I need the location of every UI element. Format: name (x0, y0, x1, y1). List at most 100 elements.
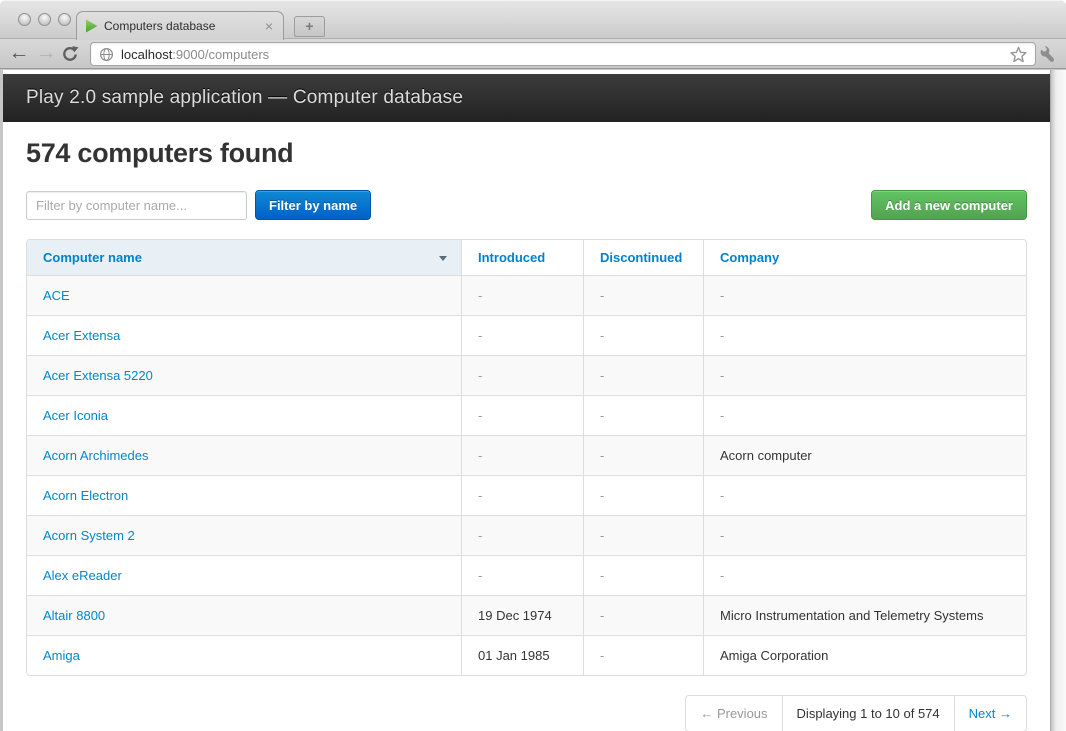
computers-table: Computer name Introduced Discontinued Co… (26, 239, 1027, 676)
introduced-cell: - (461, 395, 583, 435)
discontinued-cell: - (583, 595, 703, 635)
next-button[interactable]: Next → (954, 696, 1026, 731)
computer-link[interactable]: Altair 8800 (43, 608, 105, 623)
discontinued-cell: - (583, 275, 703, 315)
company-cell: - (703, 515, 1026, 555)
table-row: Acer Iconia--- (27, 395, 1026, 435)
computer-link[interactable]: Amiga (43, 648, 80, 663)
introduced-cell: - (461, 435, 583, 475)
previous-button: ← Previous (686, 696, 781, 731)
browser-tab[interactable]: Computers database × (76, 11, 284, 40)
filter-button[interactable]: Filter by name (255, 190, 371, 220)
introduced-cell: - (461, 315, 583, 355)
computer-name-cell: Alex eReader (27, 555, 461, 595)
page-content: Play 2.0 sample application — Computer d… (3, 70, 1050, 731)
sort-desc-icon (439, 256, 447, 261)
introduced-cell: 01 Jan 1985 (461, 635, 583, 675)
computer-link[interactable]: Acer Iconia (43, 408, 108, 423)
back-icon[interactable]: ← (6, 39, 32, 69)
forward-icon: → (33, 39, 59, 69)
play-favicon-icon (85, 19, 98, 33)
table-row: Alex eReader--- (27, 555, 1026, 595)
close-button[interactable] (18, 13, 31, 26)
zoom-button[interactable] (58, 13, 71, 26)
table-row: Acorn System 2--- (27, 515, 1026, 555)
company-cell: - (703, 315, 1026, 355)
new-tab-button[interactable]: + (294, 16, 325, 37)
table-row: Amiga 01 Jan 1985-Amiga Corporation (27, 635, 1026, 675)
introduced-cell: - (461, 515, 583, 555)
app-title: Play 2.0 sample application — Computer d… (26, 87, 463, 109)
table-row: Acer Extensa 5220--- (27, 355, 1026, 395)
discontinued-cell: - (583, 395, 703, 435)
table-row: Acorn Electron--- (27, 475, 1026, 515)
company-cell: - (703, 395, 1026, 435)
filter-input[interactable] (26, 191, 247, 220)
introduced-cell: 19 Dec 1974 (461, 595, 583, 635)
computer-name-cell: Acorn Electron (27, 475, 461, 515)
filter-bar: Filter by name Add a new computer (26, 190, 1027, 220)
table-row: Acer Extensa--- (27, 315, 1026, 355)
tab-close-icon[interactable]: × (263, 19, 275, 33)
table-row: Acorn Archimedes--Acorn computer (27, 435, 1026, 475)
minimize-button[interactable] (38, 13, 51, 26)
scrollbar[interactable] (1050, 70, 1066, 731)
header-company[interactable]: Company (703, 240, 1026, 275)
computer-link[interactable]: Acorn Electron (43, 488, 128, 503)
computer-name-cell: Acer Extensa 5220 (27, 355, 461, 395)
header-introduced[interactable]: Introduced (461, 240, 583, 275)
introduced-cell: - (461, 355, 583, 395)
address-bar[interactable]: localhost:9000/computers (90, 42, 1036, 66)
discontinued-cell: - (583, 315, 703, 355)
header-discontinued[interactable]: Discontinued (583, 240, 703, 275)
computer-link[interactable]: Alex eReader (43, 568, 122, 583)
computer-name-cell: Acorn Archimedes (27, 435, 461, 475)
table-row: Altair 8800 19 Dec 1974-Micro Instrumenta… (27, 595, 1026, 635)
table-row: ACE--- (27, 275, 1026, 315)
introduced-cell: - (461, 475, 583, 515)
computer-link[interactable]: Acer Extensa 5220 (43, 368, 153, 383)
reload-icon[interactable] (61, 45, 79, 68)
discontinued-cell: - (583, 635, 703, 675)
discontinued-cell: - (583, 475, 703, 515)
browser-window: Computers database × + ← → localhost:900… (0, 0, 1066, 731)
url-host: localhost (121, 47, 172, 62)
introduced-cell: - (461, 275, 583, 315)
company-cell: - (703, 475, 1026, 515)
computer-name-cell: Altair 8800 (27, 595, 461, 635)
table-body: ACE---Acer Extensa---Acer Extensa 5220--… (27, 275, 1026, 675)
introduced-cell: - (461, 555, 583, 595)
url-path: :9000/computers (172, 47, 269, 62)
company-cell: - (703, 355, 1026, 395)
app-navbar: Play 2.0 sample application — Computer d… (3, 74, 1050, 122)
add-computer-button[interactable]: Add a new computer (871, 190, 1027, 220)
company-cell: - (703, 555, 1026, 595)
pagination-status: Displaying 1 to 10 of 574 (782, 696, 954, 731)
table-header-row: Computer name Introduced Discontinued Co… (27, 240, 1026, 275)
tab-title: Computers database (104, 19, 263, 33)
computer-name-cell: Acer Extensa (27, 315, 461, 355)
computer-name-cell: Amiga (27, 635, 461, 675)
discontinued-cell: - (583, 355, 703, 395)
globe-icon[interactable] (99, 47, 114, 62)
page-title: 574 computers found (26, 138, 1027, 169)
titlebar: Computers database × + (0, 0, 1066, 38)
computer-link[interactable]: Acer Extensa (43, 328, 120, 343)
computer-link[interactable]: Acorn Archimedes (43, 448, 149, 463)
browser-toolbar: ← → localhost:9000/computers (0, 38, 1066, 69)
computer-name-cell: ACE (27, 275, 461, 315)
wrench-icon[interactable] (1039, 44, 1059, 69)
computer-name-cell: Acer Iconia (27, 395, 461, 435)
computer-link[interactable]: Acorn System 2 (43, 528, 135, 543)
company-cell: Micro Instrumentation and Telemetry Syst… (703, 595, 1026, 635)
computer-link[interactable]: ACE (43, 288, 70, 303)
discontinued-cell: - (583, 555, 703, 595)
company-cell: - (703, 275, 1026, 315)
url-text: localhost:9000/computers (121, 47, 269, 62)
company-cell: Acorn computer (703, 435, 1026, 475)
company-cell: Amiga Corporation (703, 635, 1026, 675)
pagination: ← Previous Displaying 1 to 10 of 574 Nex… (685, 695, 1027, 731)
star-icon[interactable] (1010, 46, 1027, 63)
discontinued-cell: - (583, 435, 703, 475)
header-computer-name[interactable]: Computer name (27, 240, 461, 275)
